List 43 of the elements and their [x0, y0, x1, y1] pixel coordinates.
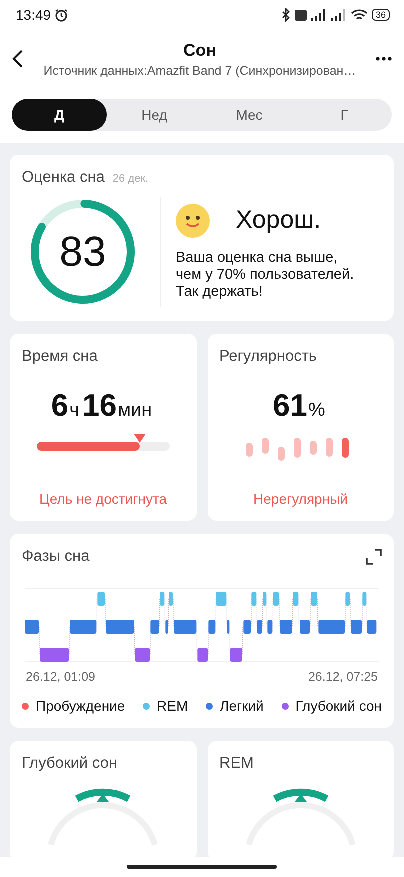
- card-title: Время сна: [22, 348, 99, 366]
- signal-icon: [330, 9, 347, 21]
- signal-icon: [310, 9, 327, 21]
- score-description: Ваша оценка сна выше, чем у 70% пользователей. Так держать!: [176, 250, 356, 300]
- legend-label: Легкий: [220, 698, 264, 714]
- card-title: Фазы сна: [22, 548, 90, 566]
- card-title: REM: [220, 755, 254, 772]
- card-title: Оценка сна: [22, 169, 105, 187]
- sleep-score: 83: [60, 228, 106, 276]
- axis-label: 26.12, 01:09: [26, 670, 96, 684]
- sleep-phases-card[interactable]: Фазы сна 26.12, 01:09 26.12, 07:25 Пробуждение REM Легкий Глубокий сон: [10, 534, 394, 728]
- stage-card[interactable]: REM: [208, 741, 394, 857]
- regularity-value: 61%: [272, 388, 326, 424]
- page-title: Сон: [184, 40, 216, 60]
- axis-label: 26.12, 07:25: [308, 670, 378, 684]
- period-tab[interactable]: Нед: [107, 99, 202, 131]
- legend-label: REM: [157, 698, 188, 714]
- alarm-icon: [55, 8, 68, 22]
- more-icon[interactable]: [376, 57, 392, 61]
- stage-card[interactable]: Глубокий сон: [10, 741, 196, 857]
- score-rating: Хорош.: [236, 206, 322, 235]
- sleep-score-card[interactable]: Оценка сна 26 дек. 83 Хорош. Ваша оценка сна выше, чем у 70% пользователей. Так держать!: [10, 155, 394, 321]
- period-tab[interactable]: Мес: [202, 99, 297, 131]
- score-date: 26 дек.: [112, 173, 149, 185]
- bluetooth-icon: [282, 8, 291, 22]
- data-source: Источник данных:Amazfit Band 7 (Синхронизирован…: [44, 64, 356, 78]
- card-title: Глубокий сон: [22, 755, 118, 772]
- sleep-time-card[interactable]: Время сна 6ч 16мин Цель не достигнута: [10, 334, 196, 521]
- back-icon[interactable]: [12, 49, 24, 69]
- period-tab[interactable]: Г: [297, 99, 392, 131]
- sleep-duration: 6ч 16мин: [50, 388, 154, 424]
- goal-status: Цель не достигнута: [38, 491, 168, 507]
- regularity-card[interactable]: Регулярность 61% Нерегулярный: [208, 334, 394, 521]
- card-title: Регулярность: [220, 348, 318, 366]
- expand-icon[interactable]: [366, 549, 382, 565]
- smiley-icon: [176, 204, 210, 238]
- battery-level: 36: [372, 9, 390, 21]
- legend-label: Пробуждение: [36, 698, 126, 714]
- regularity-status: Нерегулярный: [252, 491, 349, 507]
- legend-label: Глубокий сон: [296, 698, 382, 714]
- clock-time: 13:49: [16, 7, 52, 23]
- period-tab[interactable]: Д: [12, 99, 107, 131]
- wifi-icon: [350, 8, 368, 22]
